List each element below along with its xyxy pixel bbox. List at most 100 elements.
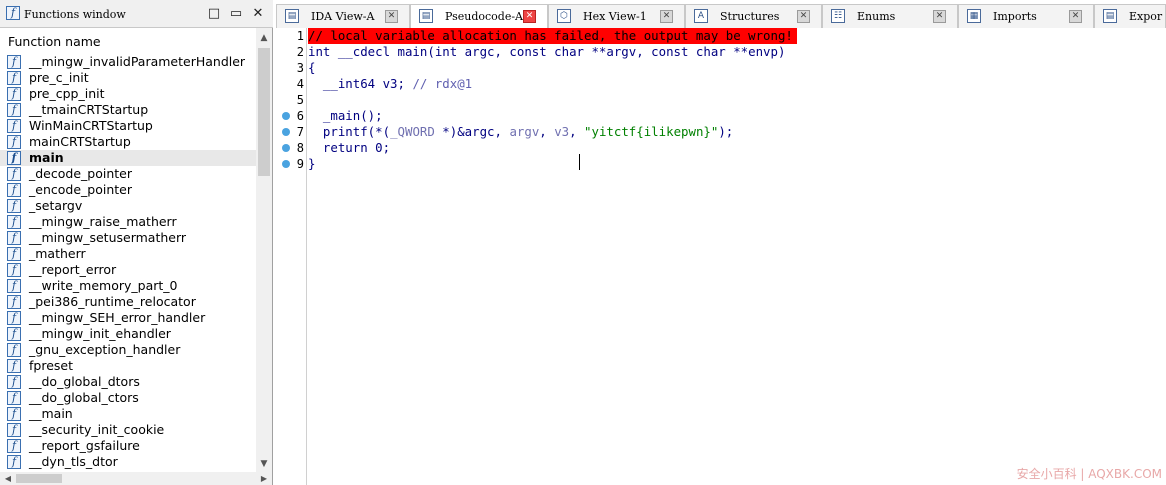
functions-window-titlebar[interactable]: f Functions window □ ▭ ✕ (0, 0, 273, 28)
tab-ida-view-a[interactable]: ▤ IDA View-A ✕ (276, 4, 410, 28)
tab-close-icon[interactable]: ✕ (660, 10, 673, 23)
function-icon: f (7, 103, 21, 117)
function-name: __report_gsfailure (29, 438, 140, 453)
function-list-item[interactable]: f __do_global_dtors (0, 374, 256, 390)
line-number-row[interactable]: 5 (276, 92, 306, 108)
function-list-item[interactable]: f pre_cpp_init (0, 86, 256, 102)
function-list-item[interactable]: f __mingw_invalidParameterHandler (0, 54, 256, 70)
column-header-function-name[interactable]: Function name (0, 28, 256, 54)
function-icon: f (7, 199, 21, 213)
scroll-right-arrow-icon[interactable]: ▶ (257, 472, 271, 485)
tab-close-icon[interactable]: ✕ (797, 10, 810, 23)
function-list-item[interactable]: f fpreset (0, 358, 256, 374)
function-icon: f (7, 135, 21, 149)
function-list-item[interactable]: f _gnu_exception_handler (0, 342, 256, 358)
breakpoint-dot-icon[interactable] (282, 160, 290, 168)
function-list-item[interactable]: f __mingw_raise_matherr (0, 214, 256, 230)
line-number-row[interactable]: 8 (276, 140, 306, 156)
code-token: *)&argc, (434, 124, 510, 139)
horizontal-scrollbar[interactable]: ◀ ▶ (0, 472, 272, 485)
tab-pseudocode-a[interactable]: ▤ Pseudocode-A ✕ (410, 4, 548, 29)
line-number-row[interactable]: 1 (276, 28, 306, 44)
tab-close-icon[interactable]: ✕ (1069, 10, 1082, 23)
breakpoint-dot-icon[interactable] (282, 112, 290, 120)
function-list-item[interactable]: f __write_memory_part_0 (0, 278, 256, 294)
function-list-item[interactable]: f __report_error (0, 262, 256, 278)
code-string-literal[interactable]: "yitctf{ilikepwn}" (584, 124, 718, 139)
tab-expor[interactable]: ▤ Expor (1094, 4, 1166, 28)
function-list-item[interactable]: f __report_gsfailure (0, 438, 256, 454)
function-name: __do_global_dtors (29, 374, 140, 389)
tab-view-icon: ▤ (419, 9, 433, 23)
tab-structures[interactable]: A Structures ✕ (685, 4, 822, 28)
function-list-item[interactable]: f WinMainCRTStartup (0, 118, 256, 134)
scroll-down-arrow-icon[interactable]: ▼ (256, 456, 272, 472)
code-line-3[interactable]: { (308, 60, 315, 76)
function-list-item[interactable]: f pre_c_init (0, 70, 256, 86)
line-gutter[interactable]: 1 2 3 4 5 6 7 8 9 (276, 28, 307, 485)
function-list-item[interactable]: f __main (0, 406, 256, 422)
tab-close-icon[interactable]: ✕ (523, 10, 536, 23)
restore-button[interactable]: ▭ (227, 5, 245, 23)
line-number-row[interactable]: 4 (276, 76, 306, 92)
tab-imports[interactable]: ▦ Imports ✕ (958, 4, 1094, 28)
function-list-item[interactable]: f _matherr (0, 246, 256, 262)
vertical-scroll-thumb[interactable] (258, 48, 270, 176)
tab-close-icon[interactable]: ✕ (933, 10, 946, 23)
tab-label: Expor (1129, 10, 1163, 23)
scroll-left-arrow-icon[interactable]: ◀ (1, 472, 15, 485)
function-list-item[interactable]: f _encode_pointer (0, 182, 256, 198)
function-list-item[interactable]: f __mingw_setusermatherr (0, 230, 256, 246)
horizontal-scroll-thumb[interactable] (16, 474, 62, 483)
code-var-argv[interactable]: argv (509, 124, 539, 139)
line-number-row[interactable]: 3 (276, 60, 306, 76)
function-list-item[interactable]: f __tmainCRTStartup (0, 102, 256, 118)
line-number: 2 (296, 45, 304, 59)
code-line-8[interactable]: return 0; (308, 140, 390, 156)
function-list-item[interactable]: f __dyn_tls_dtor (0, 454, 256, 470)
code-line-9[interactable]: } (308, 156, 315, 172)
function-list-item[interactable]: f _decode_pointer (0, 166, 256, 182)
line-number-row[interactable]: 9 (276, 156, 306, 172)
function-name: __write_memory_part_0 (29, 278, 178, 293)
function-list-item[interactable]: f __mingw_init_ehandler (0, 326, 256, 342)
function-list-item[interactable]: f _setargv (0, 198, 256, 214)
line-number-row[interactable]: 7 (276, 124, 306, 140)
code-line-7[interactable]: printf(*(_QWORD *)&argc, argv, v3, "yitc… (308, 124, 733, 140)
pseudocode-view[interactable]: 1 2 3 4 5 6 7 8 9 // local variable allocation h… (276, 28, 1166, 485)
function-list-item[interactable]: f main (0, 150, 256, 166)
scroll-up-arrow-icon[interactable]: ▲ (256, 30, 272, 46)
function-list-item[interactable]: f _pei386_runtime_relocator (0, 294, 256, 310)
line-number-row[interactable]: 2 (276, 44, 306, 60)
function-icon: f (7, 87, 21, 101)
function-list-item[interactable]: f __do_global_ctors (0, 390, 256, 406)
line-number: 1 (296, 29, 304, 43)
close-button[interactable]: ✕ (249, 5, 267, 23)
function-list-item[interactable]: f __mingw_SEH_error_handler (0, 310, 256, 326)
tab-label: Pseudocode-A (445, 10, 524, 23)
line-number-row[interactable]: 6 (276, 108, 306, 124)
breakpoint-dot-icon[interactable] (282, 144, 290, 152)
function-name: __mingw_SEH_error_handler (29, 310, 206, 325)
code-line-2[interactable]: int __cdecl main(int argc, const char **… (308, 44, 785, 60)
tab-enums[interactable]: ☷ Enums ✕ (822, 4, 958, 28)
function-name: _decode_pointer (29, 166, 132, 181)
text-caret (579, 154, 580, 170)
functions-window: f Functions window □ ▭ ✕ Function name f… (0, 0, 273, 485)
vertical-scrollbar[interactable]: ▲ ▼ (256, 28, 272, 472)
tab-close-icon[interactable]: ✕ (385, 10, 398, 23)
code-line-1[interactable]: // local variable allocation has failed,… (308, 28, 797, 44)
code-token: , (539, 124, 555, 139)
minimize-button[interactable]: □ (205, 5, 223, 23)
function-icon: f (7, 247, 21, 261)
function-icon: f (7, 455, 21, 469)
tab-hex-view-1[interactable]: ⬡ Hex View-1 ✕ (548, 4, 685, 28)
breakpoint-dot-icon[interactable] (282, 128, 290, 136)
function-list-item[interactable]: f __security_init_cookie (0, 422, 256, 438)
code-var-v3[interactable]: v3 (554, 124, 569, 139)
function-name: _encode_pointer (29, 182, 132, 197)
function-list-item[interactable]: f mainCRTStartup (0, 134, 256, 150)
line-number: 9 (296, 157, 304, 171)
code-line-4[interactable]: __int64 v3; // rdx@1 (308, 76, 472, 92)
code-line-6[interactable]: _main(); (308, 108, 383, 124)
